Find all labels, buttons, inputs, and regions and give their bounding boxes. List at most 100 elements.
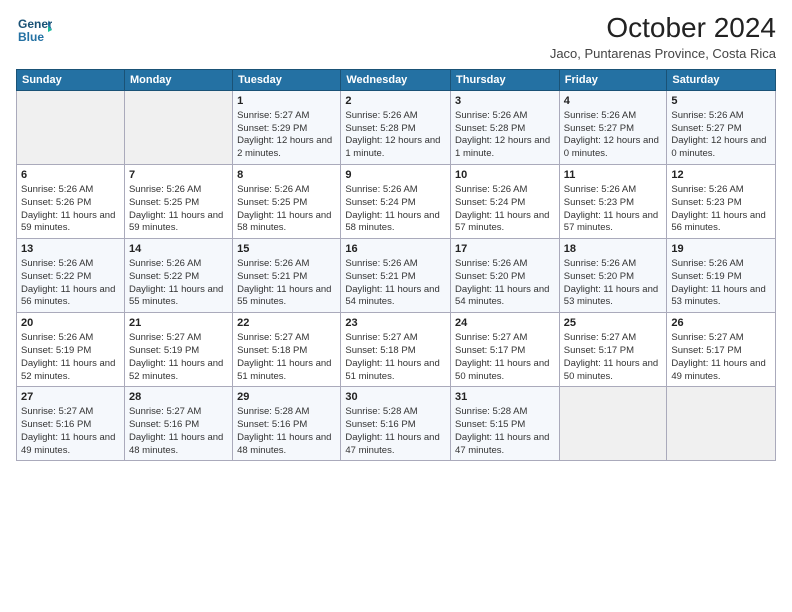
day-number: 18 [564, 242, 663, 257]
day-number: 25 [564, 316, 663, 331]
calendar-cell: 18Sunrise: 5:26 AMSunset: 5:20 PMDayligh… [559, 239, 667, 313]
day-number: 7 [129, 168, 228, 183]
day-number: 28 [129, 390, 228, 405]
page: General Blue October 2024 Jaco, Puntaren… [0, 0, 792, 612]
day-info: Sunrise: 5:26 AMSunset: 5:25 PMDaylight:… [129, 184, 228, 235]
calendar-cell: 11Sunrise: 5:26 AMSunset: 5:23 PMDayligh… [559, 165, 667, 239]
day-info: Sunrise: 5:26 AMSunset: 5:19 PMDaylight:… [21, 332, 120, 383]
day-info: Sunrise: 5:26 AMSunset: 5:26 PMDaylight:… [21, 184, 120, 235]
calendar-cell: 2Sunrise: 5:26 AMSunset: 5:28 PMDaylight… [341, 91, 451, 165]
weekday-header-tuesday: Tuesday [233, 70, 341, 91]
day-info: Sunrise: 5:27 AMSunset: 5:18 PMDaylight:… [237, 332, 336, 383]
day-info: Sunrise: 5:26 AMSunset: 5:24 PMDaylight:… [455, 184, 555, 235]
day-info: Sunrise: 5:28 AMSunset: 5:15 PMDaylight:… [455, 406, 555, 457]
calendar-cell [17, 91, 125, 165]
day-number: 30 [345, 390, 446, 405]
calendar-cell: 1Sunrise: 5:27 AMSunset: 5:29 PMDaylight… [233, 91, 341, 165]
calendar-week-3: 13Sunrise: 5:26 AMSunset: 5:22 PMDayligh… [17, 239, 776, 313]
day-info: Sunrise: 5:26 AMSunset: 5:27 PMDaylight:… [671, 110, 771, 161]
calendar-cell: 15Sunrise: 5:26 AMSunset: 5:21 PMDayligh… [233, 239, 341, 313]
calendar-cell: 8Sunrise: 5:26 AMSunset: 5:25 PMDaylight… [233, 165, 341, 239]
calendar-cell: 4Sunrise: 5:26 AMSunset: 5:27 PMDaylight… [559, 91, 667, 165]
calendar-cell: 6Sunrise: 5:26 AMSunset: 5:26 PMDaylight… [17, 165, 125, 239]
day-info: Sunrise: 5:27 AMSunset: 5:17 PMDaylight:… [671, 332, 771, 383]
weekday-header-wednesday: Wednesday [341, 70, 451, 91]
calendar-cell [667, 387, 776, 461]
calendar-cell [124, 91, 232, 165]
calendar-cell: 12Sunrise: 5:26 AMSunset: 5:23 PMDayligh… [667, 165, 776, 239]
day-info: Sunrise: 5:26 AMSunset: 5:21 PMDaylight:… [237, 258, 336, 309]
calendar-week-1: 1Sunrise: 5:27 AMSunset: 5:29 PMDaylight… [17, 91, 776, 165]
day-info: Sunrise: 5:26 AMSunset: 5:19 PMDaylight:… [671, 258, 771, 309]
header: General Blue October 2024 Jaco, Puntaren… [16, 12, 776, 61]
calendar-cell: 21Sunrise: 5:27 AMSunset: 5:19 PMDayligh… [124, 313, 232, 387]
calendar-cell: 26Sunrise: 5:27 AMSunset: 5:17 PMDayligh… [667, 313, 776, 387]
calendar-cell: 17Sunrise: 5:26 AMSunset: 5:20 PMDayligh… [451, 239, 560, 313]
weekday-header-monday: Monday [124, 70, 232, 91]
day-info: Sunrise: 5:27 AMSunset: 5:19 PMDaylight:… [129, 332, 228, 383]
calendar-week-4: 20Sunrise: 5:26 AMSunset: 5:19 PMDayligh… [17, 313, 776, 387]
day-number: 24 [455, 316, 555, 331]
calendar-cell: 16Sunrise: 5:26 AMSunset: 5:21 PMDayligh… [341, 239, 451, 313]
calendar-cell: 14Sunrise: 5:26 AMSunset: 5:22 PMDayligh… [124, 239, 232, 313]
calendar-cell: 3Sunrise: 5:26 AMSunset: 5:28 PMDaylight… [451, 91, 560, 165]
calendar-cell: 13Sunrise: 5:26 AMSunset: 5:22 PMDayligh… [17, 239, 125, 313]
calendar-cell: 28Sunrise: 5:27 AMSunset: 5:16 PMDayligh… [124, 387, 232, 461]
day-info: Sunrise: 5:28 AMSunset: 5:16 PMDaylight:… [345, 406, 446, 457]
day-number: 19 [671, 242, 771, 257]
day-number: 12 [671, 168, 771, 183]
calendar-cell: 25Sunrise: 5:27 AMSunset: 5:17 PMDayligh… [559, 313, 667, 387]
day-info: Sunrise: 5:26 AMSunset: 5:27 PMDaylight:… [564, 110, 663, 161]
day-number: 6 [21, 168, 120, 183]
weekday-header-friday: Friday [559, 70, 667, 91]
day-info: Sunrise: 5:26 AMSunset: 5:23 PMDaylight:… [671, 184, 771, 235]
month-title: October 2024 [550, 12, 776, 44]
day-number: 15 [237, 242, 336, 257]
day-number: 23 [345, 316, 446, 331]
calendar-cell: 20Sunrise: 5:26 AMSunset: 5:19 PMDayligh… [17, 313, 125, 387]
calendar-week-2: 6Sunrise: 5:26 AMSunset: 5:26 PMDaylight… [17, 165, 776, 239]
day-number: 17 [455, 242, 555, 257]
day-info: Sunrise: 5:27 AMSunset: 5:29 PMDaylight:… [237, 110, 336, 161]
day-number: 10 [455, 168, 555, 183]
day-info: Sunrise: 5:26 AMSunset: 5:23 PMDaylight:… [564, 184, 663, 235]
day-number: 31 [455, 390, 555, 405]
day-number: 8 [237, 168, 336, 183]
day-info: Sunrise: 5:27 AMSunset: 5:16 PMDaylight:… [129, 406, 228, 457]
day-info: Sunrise: 5:27 AMSunset: 5:17 PMDaylight:… [455, 332, 555, 383]
calendar-cell: 5Sunrise: 5:26 AMSunset: 5:27 PMDaylight… [667, 91, 776, 165]
day-number: 3 [455, 94, 555, 109]
day-info: Sunrise: 5:26 AMSunset: 5:20 PMDaylight:… [564, 258, 663, 309]
calendar-week-5: 27Sunrise: 5:27 AMSunset: 5:16 PMDayligh… [17, 387, 776, 461]
weekday-header-sunday: Sunday [17, 70, 125, 91]
day-number: 20 [21, 316, 120, 331]
day-info: Sunrise: 5:27 AMSunset: 5:16 PMDaylight:… [21, 406, 120, 457]
day-info: Sunrise: 5:27 AMSunset: 5:17 PMDaylight:… [564, 332, 663, 383]
calendar-cell: 10Sunrise: 5:26 AMSunset: 5:24 PMDayligh… [451, 165, 560, 239]
calendar-cell: 19Sunrise: 5:26 AMSunset: 5:19 PMDayligh… [667, 239, 776, 313]
day-number: 4 [564, 94, 663, 109]
weekday-header-row: SundayMondayTuesdayWednesdayThursdayFrid… [17, 70, 776, 91]
calendar-cell [559, 387, 667, 461]
day-info: Sunrise: 5:26 AMSunset: 5:21 PMDaylight:… [345, 258, 446, 309]
svg-text:Blue: Blue [18, 30, 44, 44]
day-number: 22 [237, 316, 336, 331]
day-info: Sunrise: 5:26 AMSunset: 5:28 PMDaylight:… [455, 110, 555, 161]
calendar-cell: 7Sunrise: 5:26 AMSunset: 5:25 PMDaylight… [124, 165, 232, 239]
day-info: Sunrise: 5:28 AMSunset: 5:16 PMDaylight:… [237, 406, 336, 457]
day-number: 5 [671, 94, 771, 109]
logo-icon: General Blue [16, 12, 52, 48]
weekday-header-saturday: Saturday [667, 70, 776, 91]
day-info: Sunrise: 5:26 AMSunset: 5:20 PMDaylight:… [455, 258, 555, 309]
calendar-cell: 9Sunrise: 5:26 AMSunset: 5:24 PMDaylight… [341, 165, 451, 239]
day-info: Sunrise: 5:26 AMSunset: 5:22 PMDaylight:… [21, 258, 120, 309]
day-info: Sunrise: 5:26 AMSunset: 5:24 PMDaylight:… [345, 184, 446, 235]
calendar-cell: 23Sunrise: 5:27 AMSunset: 5:18 PMDayligh… [341, 313, 451, 387]
day-number: 26 [671, 316, 771, 331]
svg-text:General: General [18, 17, 52, 31]
day-number: 27 [21, 390, 120, 405]
day-number: 1 [237, 94, 336, 109]
title-block: October 2024 Jaco, Puntarenas Province, … [550, 12, 776, 61]
day-info: Sunrise: 5:27 AMSunset: 5:18 PMDaylight:… [345, 332, 446, 383]
day-number: 16 [345, 242, 446, 257]
